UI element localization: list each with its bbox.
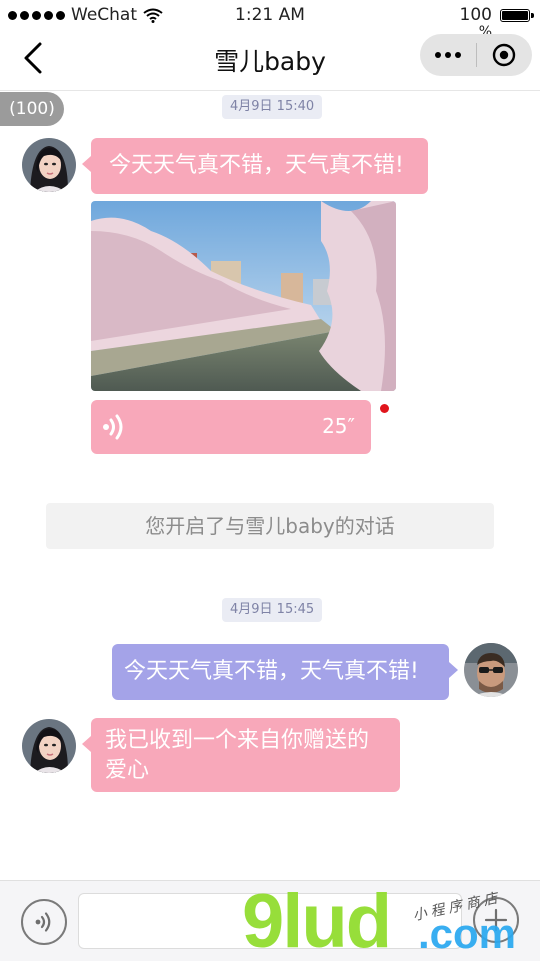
timestamp: 4月9日 15:40	[222, 95, 323, 119]
message-text: 今天天气真不错，天气真不错!	[124, 659, 419, 684]
status-bar: WeChat 1:21 AM 100 %	[0, 0, 540, 40]
outgoing-message-bubble[interactable]: 今天天气真不错，天气真不错!	[112, 644, 458, 700]
nav-bar: 雪儿baby	[0, 30, 540, 91]
message-text-line: 爱心	[105, 758, 150, 783]
image-message[interactable]	[91, 201, 396, 391]
voice-duration: 25″	[322, 414, 355, 438]
message-input[interactable]	[78, 893, 462, 949]
message-text: 今天天气真不错，天气真不错!	[109, 153, 404, 178]
avatar[interactable]	[464, 643, 518, 697]
unread-dot	[380, 404, 389, 413]
contact-avatar-image	[22, 719, 76, 773]
user-avatar-image	[464, 643, 518, 697]
battery-percent: 100	[459, 5, 492, 25]
plus-icon	[484, 908, 508, 932]
target-icon	[493, 43, 516, 67]
unread-count-badge[interactable]: (100)	[0, 92, 64, 126]
add-attachment-button[interactable]	[473, 897, 519, 943]
voice-icon	[35, 912, 51, 932]
close-miniprogram-button[interactable]	[477, 34, 533, 76]
timestamp: 4月9日 15:45	[222, 598, 323, 622]
voice-input-button[interactable]	[21, 899, 67, 945]
incoming-message-bubble[interactable]: 今天天气真不错，天气真不错!	[82, 138, 428, 194]
input-bar	[0, 880, 540, 961]
status-right: 100	[459, 5, 534, 25]
avatar[interactable]	[22, 719, 76, 773]
more-icon	[434, 52, 461, 58]
cherry-blossom-photo	[91, 201, 396, 391]
system-notice: 您开启了与雪儿baby的对话	[46, 503, 494, 549]
contact-avatar-image	[22, 138, 76, 192]
avatar[interactable]	[22, 138, 76, 192]
message-text-line: 我已收到一个来自你赠送的	[105, 728, 370, 753]
battery-icon	[500, 8, 534, 22]
more-button[interactable]	[420, 34, 476, 76]
incoming-message-bubble[interactable]: 我已收到一个来自你赠送的 爱心	[82, 718, 400, 792]
voice-wave-icon	[103, 414, 123, 440]
voice-message[interactable]: 25″	[91, 400, 371, 454]
miniprogram-capsule	[420, 34, 532, 76]
